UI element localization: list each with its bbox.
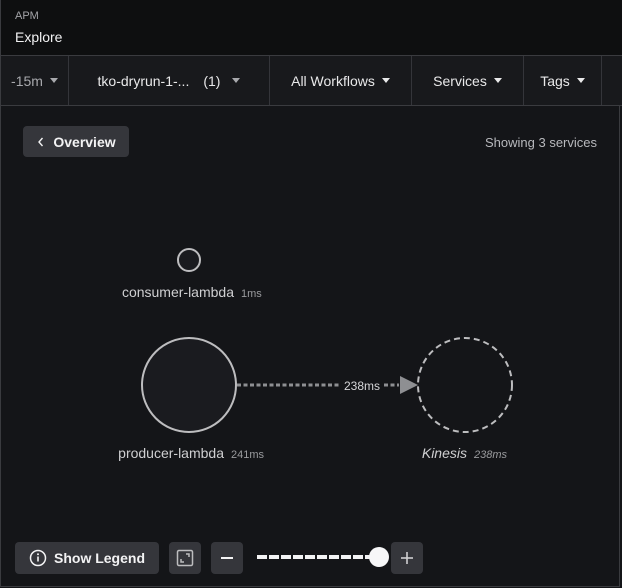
services-dropdown[interactable]: Services — [412, 56, 524, 105]
workflows-dropdown[interactable]: All Workflows — [270, 56, 412, 105]
node-circle[interactable] — [417, 337, 513, 433]
services-label: Services — [433, 72, 487, 89]
node-producer-lambda[interactable]: producer-lambda 241ms — [118, 337, 265, 461]
node-name: producer-lambda — [118, 445, 224, 461]
page-title: Explore — [15, 29, 63, 45]
node-latency: 241ms — [231, 449, 265, 461]
service-map-canvas[interactable]: Overview Showing 3 services 238ms consum… — [0, 106, 620, 587]
tags-label: Tags — [540, 72, 570, 89]
node-name: consumer-lambda — [122, 284, 234, 300]
show-legend-button[interactable]: Show Legend — [15, 542, 159, 574]
node-latency: 238ms — [473, 449, 508, 461]
caret-down-icon — [49, 78, 58, 83]
tags-dropdown[interactable]: Tags — [524, 56, 602, 105]
time-range-dropdown[interactable]: -15m — [1, 56, 69, 105]
edge-arrow-icon — [400, 376, 418, 394]
node-latency: 1ms — [241, 288, 262, 300]
edge-latency-label: 238ms — [344, 379, 380, 393]
breadcrumb-section: APM — [15, 10, 39, 22]
zoom-slider-thumb[interactable] — [369, 547, 389, 567]
environment-dropdown[interactable]: tko-dryrun-1-... (1) — [69, 56, 270, 105]
environment-label: tko-dryrun-1-... — [97, 72, 190, 89]
plus-icon — [401, 552, 413, 564]
caret-down-icon — [576, 78, 585, 83]
caret-down-icon — [493, 78, 502, 83]
node-consumer-lambda[interactable]: consumer-lambda 1ms — [122, 248, 262, 300]
caret-down-icon — [232, 78, 241, 83]
time-range-label: -15m — [11, 72, 43, 89]
zoom-out-button[interactable] — [211, 542, 243, 574]
node-circle[interactable] — [177, 248, 201, 272]
page-header: APM Explore — [0, 0, 622, 55]
minus-icon — [221, 557, 233, 559]
zoom-slider[interactable] — [257, 547, 389, 567]
service-graph: 238ms consumer-lambda 1ms producer-lambd… — [118, 248, 513, 567]
caret-down-icon — [381, 78, 390, 83]
filter-bar: -15m tko-dryrun-1-... (1) All Workflows S… — [0, 55, 622, 106]
info-icon — [29, 549, 47, 567]
show-legend-label: Show Legend — [54, 550, 145, 566]
fit-to-screen-icon — [176, 549, 194, 567]
fit-to-screen-button[interactable] — [169, 542, 201, 574]
zoom-in-button[interactable] — [391, 542, 423, 574]
workflows-label: All Workflows — [291, 72, 375, 89]
node-name: Kinesis — [422, 445, 467, 461]
node-kinesis[interactable]: Kinesis 238ms — [417, 337, 513, 461]
environment-count: (1) — [203, 72, 221, 89]
node-circle[interactable] — [141, 337, 237, 433]
